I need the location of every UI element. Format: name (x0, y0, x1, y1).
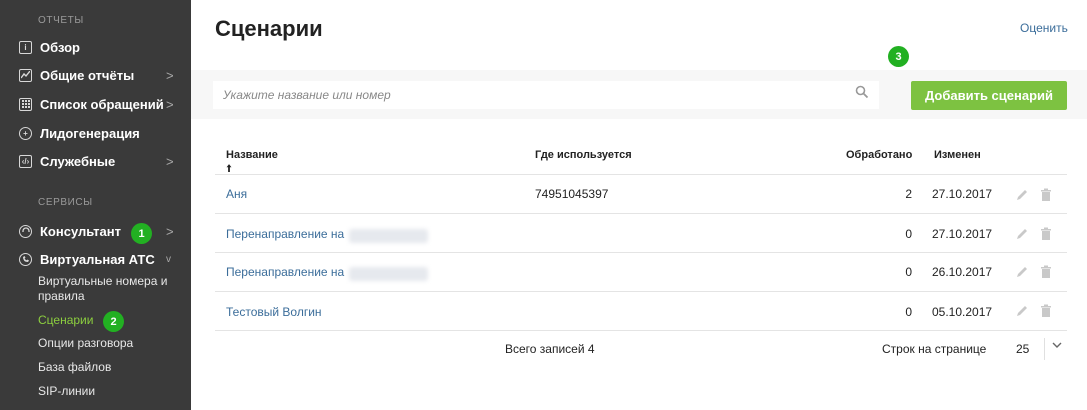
divider (215, 291, 1067, 292)
scenario-name-link[interactable]: Аня (226, 187, 247, 201)
sidebar-item-label: Лидогенерация (40, 125, 140, 141)
edit-icon[interactable] (1015, 188, 1029, 202)
chart-icon (19, 68, 32, 82)
processed-cell: 0 (905, 265, 912, 279)
list-icon (19, 97, 32, 111)
chevron-down-icon: v (166, 253, 171, 265)
sidebar-item-label: Общие отчёты (40, 67, 135, 83)
headset-icon (19, 224, 32, 238)
info-icon: i (19, 40, 32, 54)
toolbar: Добавить сценарий (191, 70, 1087, 119)
delete-icon[interactable] (1039, 265, 1053, 279)
scenario-name-link[interactable]: Перенаправление на (226, 265, 344, 279)
processed-cell: 2 (905, 187, 912, 201)
changed-cell: 26.10.2017 (932, 265, 993, 279)
chevron-right-icon: > (166, 67, 174, 83)
scenario-name-link[interactable]: Тестовый Волгин (226, 305, 322, 319)
sidebar: ОТЧЕТЫ i Обзор Общие отчёты > Список обр… (0, 0, 191, 410)
redacted-number (349, 229, 428, 243)
changed-cell: 27.10.2017 (932, 227, 993, 241)
chevron-right-icon: > (166, 223, 174, 239)
sidebar-item-label: Консультант (40, 223, 121, 239)
sidebar-section-services: СЕРВИСЫ (38, 197, 93, 208)
step-badge: 1 (131, 223, 152, 244)
changed-cell: 27.10.2017 (932, 187, 993, 201)
redacted-number (349, 267, 428, 281)
sidebar-item-general-reports[interactable]: Общие отчёты > (0, 64, 191, 86)
chevron-right-icon: > (166, 153, 174, 169)
total-records: Всего записей 4 (505, 342, 595, 356)
delete-icon[interactable] (1039, 227, 1053, 241)
sidebar-section-reports: ОТЧЕТЫ (38, 15, 84, 26)
chevron-down-icon[interactable] (1052, 340, 1062, 353)
sidebar-item-virtual-pbx[interactable]: Виртуальная АТС v (0, 248, 191, 270)
sidebar-subitem-virtual-numbers[interactable]: Виртуальные номера и правила (38, 274, 178, 304)
rows-per-page-label: Строк на странице (882, 342, 987, 356)
processed-cell: 0 (905, 227, 912, 241)
sidebar-item-leadgen[interactable]: + Лидогенерация (0, 122, 191, 144)
delete-icon[interactable] (1039, 304, 1053, 318)
phone-icon (19, 252, 32, 266)
rate-link[interactable]: Оценить (1020, 21, 1068, 35)
column-header-processed[interactable]: Обработано (846, 149, 912, 161)
sidebar-item-label: Служебные (40, 153, 116, 169)
column-header-name[interactable]: Название (226, 149, 278, 161)
sidebar-item-calls-list[interactable]: Список обращений > (0, 93, 191, 115)
search-input[interactable] (213, 81, 879, 109)
sidebar-item-consultant[interactable]: Консультант > (0, 220, 191, 242)
used-in-cell: 74951045397 (535, 187, 609, 201)
edit-icon[interactable] (1015, 227, 1029, 241)
search-icon[interactable] (855, 85, 875, 105)
sidebar-item-service[interactable]: ‹/› Служебные > (0, 150, 191, 172)
sidebar-subitem-call-options[interactable]: Опции разговора (38, 336, 178, 351)
step-badge: 3 (888, 46, 909, 67)
changed-cell: 05.10.2017 (932, 305, 993, 319)
add-scenario-button[interactable]: Добавить сценарий (911, 81, 1067, 110)
chevron-right-icon: > (166, 96, 174, 112)
sidebar-item-label: Обзор (40, 39, 80, 55)
step-badge: 2 (103, 311, 124, 332)
sidebar-item-label: Список обращений (40, 96, 164, 112)
processed-cell: 0 (905, 305, 912, 319)
divider (215, 174, 1067, 175)
column-header-used-in[interactable]: Где используется (535, 149, 632, 161)
sidebar-item-overview[interactable]: i Обзор (0, 36, 191, 58)
sidebar-subitem-file-base[interactable]: База файлов (38, 360, 178, 375)
edit-icon[interactable] (1015, 265, 1029, 279)
sidebar-item-label: Виртуальная АТС (40, 251, 155, 267)
divider (215, 252, 1067, 253)
divider (215, 330, 1067, 331)
column-header-changed[interactable]: Изменен (934, 149, 981, 161)
sidebar-subitem-sip-lines[interactable]: SIP-линии (38, 384, 178, 399)
divider (1044, 338, 1045, 360)
page-title: Сценарии (215, 16, 323, 41)
sort-arrow-icon[interactable]: 🠩 (226, 160, 232, 179)
divider (215, 213, 1067, 214)
scenario-name-link[interactable]: Перенаправление на (226, 227, 344, 241)
rows-per-page-select[interactable]: 25 (1016, 342, 1029, 356)
code-icon: ‹/› (19, 154, 32, 168)
delete-icon[interactable] (1039, 188, 1053, 202)
target-icon: + (19, 126, 32, 140)
edit-icon[interactable] (1015, 304, 1029, 318)
